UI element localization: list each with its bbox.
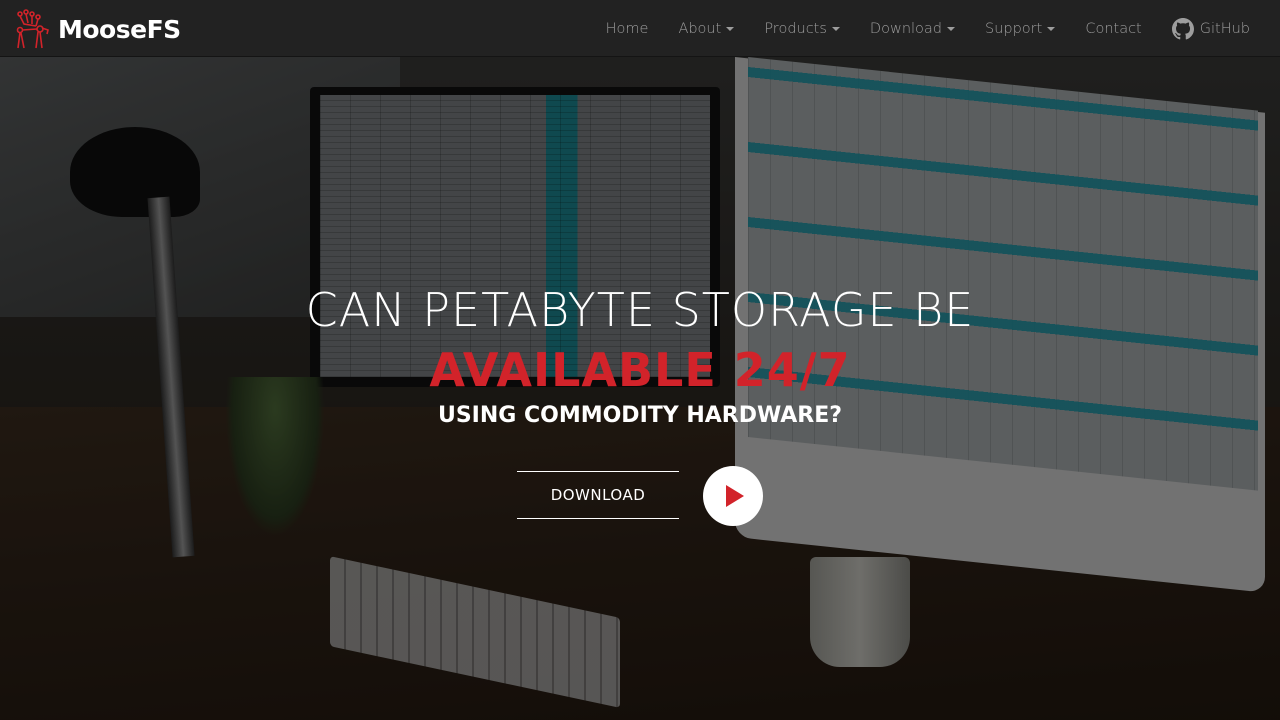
caret-down-icon [831,26,840,31]
caret-down-icon [947,26,955,31]
play-video-button[interactable] [703,466,763,526]
github-icon [1171,17,1194,39]
nav-item-support[interactable]: Support [970,0,1070,57]
moose-antler-icon [16,9,49,49]
hero-section: CAN PETABYTE STORAGE BE AVAILABLE 24/7 U… [0,57,1280,720]
nav-item-home[interactable]: Home [591,0,664,57]
brand-name: MooseFS [58,14,181,44]
caret-down-icon [726,26,735,31]
nav-item-products[interactable]: Products [749,0,855,57]
nav-label: Home [605,20,649,37]
brand-logo-link[interactable]: MooseFS [14,8,181,50]
hero-subheadline: USING COMMODITY HARDWARE? [437,403,843,428]
nav-item-download[interactable]: Download [855,0,970,57]
play-icon [726,485,744,507]
caret-down-icon [1047,26,1056,31]
navbar: MooseFS Home About Products Download Sup… [0,0,1280,57]
nav-item-contact[interactable]: Contact [1070,0,1156,57]
hero-highlight: AVAILABLE 24/7 [429,343,851,397]
nav-label: Support [985,20,1043,37]
nav-label: About [678,20,722,37]
nav-label: Products [764,20,827,37]
nav-label: GitHub [1199,20,1250,37]
nav-item-github[interactable]: GitHub [1157,0,1265,57]
main-nav: Home About Products Download Support Con… [591,0,1265,57]
nav-label: Contact [1085,20,1142,37]
hero-headline: CAN PETABYTE STORAGE BE [305,283,975,337]
download-button[interactable]: DOWNLOAD [517,471,679,519]
nav-item-about[interactable]: About [663,0,749,57]
nav-label: Download [869,20,942,37]
